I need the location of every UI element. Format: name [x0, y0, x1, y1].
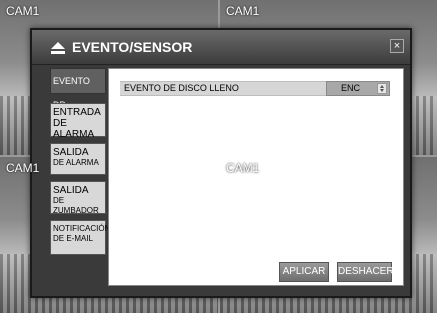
setting-label: EVENTO DE DISCO LLENO — [124, 83, 239, 93]
camera-label: CAM1 — [6, 161, 40, 175]
tab-sublabel: DE E-MAIL — [53, 234, 94, 243]
select-value: ENC — [341, 83, 361, 93]
setting-row-disk-full: EVENTO DE DISCO LLENO ENC — [120, 81, 390, 96]
tab-sublabel: DE ZUMBADOR — [53, 196, 99, 215]
tab-label: NOTIFICACIÓN — [53, 224, 111, 233]
spinner-arrows-icon[interactable] — [377, 83, 387, 94]
camera-label: CAM1 — [226, 161, 260, 175]
tab-label: SALIDA — [53, 147, 89, 158]
dialog-titlebar: EVENTO/SENSOR × — [32, 30, 410, 65]
tab-entrada-alarma[interactable]: ENTRADA DE ALARMA — [50, 103, 106, 140]
tab-label: ENTRADA — [53, 107, 101, 118]
close-button[interactable]: × — [390, 39, 404, 53]
dialog-title: EVENTO/SENSOR — [72, 39, 193, 55]
settings-panel: EVENTO DE DISCO LLENO ENC APLICAR DESHAC… — [108, 68, 404, 286]
tab-salida-zumbador[interactable]: SALIDA DE ZUMBADOR — [50, 181, 106, 215]
tab-sublabel: DE ALARMA — [53, 118, 95, 140]
tab-evento-dd[interactable]: EVENTO DD — [50, 68, 106, 110]
event-sensor-dialog: EVENTO/SENSOR × EVENTO DD ENTRADA DE ALA… — [30, 28, 412, 298]
undo-button[interactable]: DESHACER — [337, 262, 394, 282]
tab-salida-alarma[interactable]: SALIDA DE ALARMA — [50, 143, 106, 175]
camera-label: CAM1 — [226, 4, 260, 18]
camera-label: CAM1 — [6, 4, 40, 18]
tab-label: SALIDA — [53, 185, 89, 196]
disk-full-select[interactable]: ENC — [326, 81, 390, 96]
apply-button[interactable]: APLICAR — [279, 262, 329, 282]
tab-sublabel: DE ALARMA — [53, 158, 99, 167]
tab-notificacion-email[interactable]: NOTIFICACIÓN DE E-MAIL — [50, 220, 111, 255]
eject-icon — [51, 41, 65, 54]
